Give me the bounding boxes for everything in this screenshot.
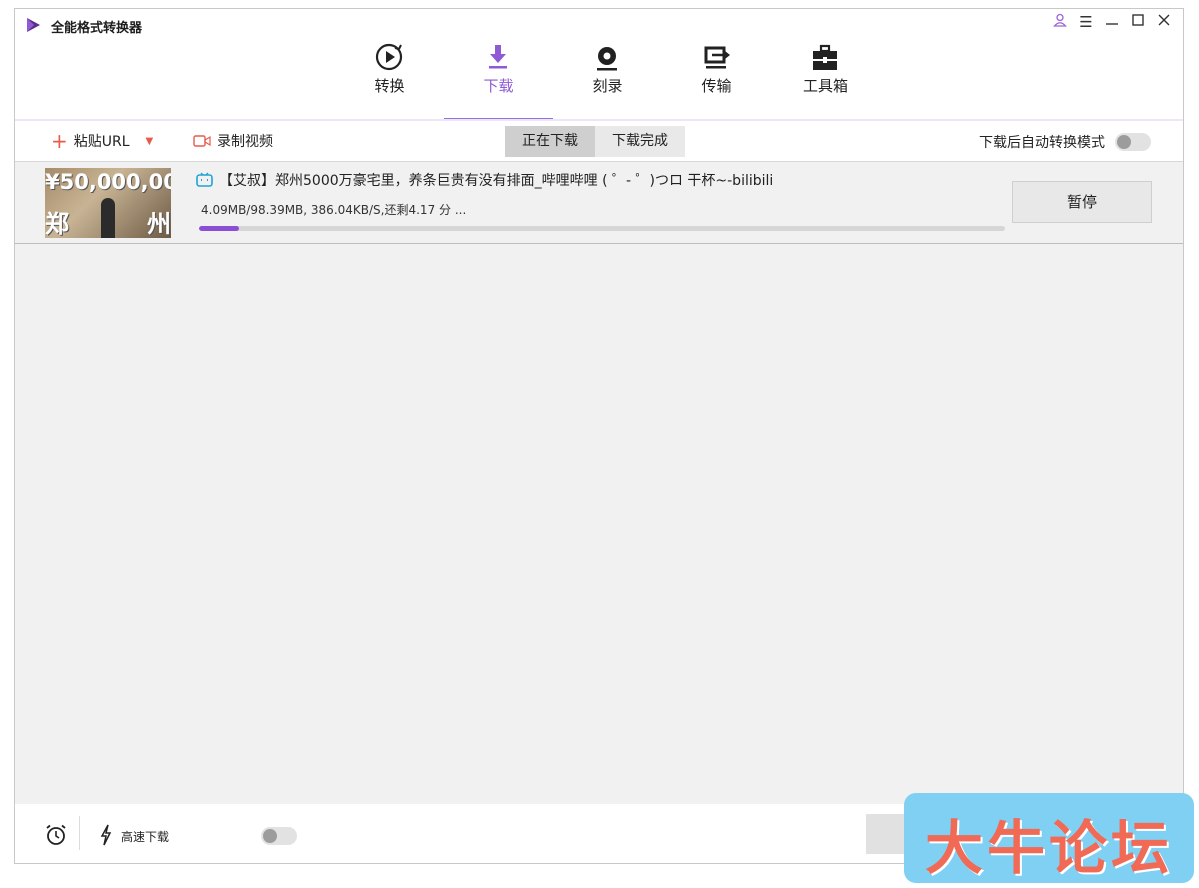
main-nav: 转换 下载 刻录 传输 工具箱 (335, 39, 880, 121)
transfer-icon (704, 46, 730, 69)
download-toolbar: + 粘贴URL ▼ 录制视频 正在下载 下载完成 下载后自动转换模式 (15, 121, 1183, 162)
high-speed-label: 高速下载 (121, 830, 170, 844)
tab-burn-label: 刻录 (592, 77, 623, 95)
watermark-logo: 大牛论坛 (904, 793, 1194, 883)
alarm-clock-icon[interactable] (45, 824, 67, 846)
paste-url-button[interactable]: + 粘贴URL ▼ (51, 131, 153, 151)
record-video-label: 录制视频 (217, 134, 273, 150)
download-progress-bar (199, 226, 1005, 231)
tab-transfer-label: 传输 (701, 77, 732, 95)
thumbnail-right-char: 州 (147, 210, 171, 238)
toggle-knob (263, 829, 277, 843)
toolbox-icon (813, 44, 837, 70)
tab-convert-label: 转换 (374, 77, 405, 95)
tab-completed[interactable]: 下载完成 (595, 126, 685, 157)
menu-icon[interactable]: ☰ (1077, 13, 1095, 31)
user-account-icon[interactable] (1051, 13, 1069, 31)
download-list: ¥50,000,00 郑 州 【艾叔】郑州5000万豪宅里，养条巨贵有没有排面_… (15, 162, 1183, 804)
window-controls: ☰ (1051, 13, 1173, 31)
app-window: 全能格式转换器 ☰ 转换 下载 刻录 传输 工具箱 + 粘贴URL ▼ 录制视频… (14, 8, 1184, 864)
record-video-button[interactable]: 录制视频 (193, 131, 273, 151)
bilibili-icon (196, 172, 213, 187)
convert-icon (375, 43, 403, 71)
thumbnail-left-char: 郑 (45, 210, 69, 238)
tab-download[interactable]: 下载 (444, 39, 553, 121)
download-status-switch: 正在下载 下载完成 (505, 126, 685, 157)
tab-convert[interactable]: 转换 (335, 39, 444, 121)
toggle-knob (1117, 135, 1131, 149)
tab-toolbox-label: 工具箱 (802, 77, 848, 95)
minimize-icon[interactable] (1103, 13, 1121, 31)
maximize-icon[interactable] (1129, 13, 1147, 31)
app-title: 全能格式转换器 (51, 21, 143, 36)
download-progress-fill (199, 226, 240, 231)
tab-toolbox[interactable]: 工具箱 (771, 39, 880, 121)
download-status: 4.09MB/98.39MB, 386.04KB/S,还剩4.17 分 ... (201, 203, 467, 217)
tab-transfer[interactable]: 传输 (662, 39, 771, 121)
close-icon[interactable] (1155, 13, 1173, 31)
thumbnail-person (101, 198, 115, 238)
burn-disc-icon (597, 47, 617, 71)
high-speed-toggle[interactable] (261, 827, 297, 845)
app-logo-icon (27, 18, 40, 32)
auto-convert-label: 下载后自动转换模式 (979, 135, 1105, 151)
video-thumbnail: ¥50,000,00 郑 州 (45, 168, 171, 238)
bottom-divider (79, 816, 80, 850)
video-camera-icon (193, 135, 211, 147)
auto-convert-setting: 下载后自动转换模式 (979, 132, 1151, 152)
download-icon (489, 45, 507, 69)
thumbnail-text: ¥50,000,00 (45, 170, 171, 194)
tab-burn[interactable]: 刻录 (553, 39, 662, 121)
pause-button[interactable]: 暂停 (1012, 181, 1152, 223)
download-item[interactable]: ¥50,000,00 郑 州 【艾叔】郑州5000万豪宅里，养条巨贵有没有排面_… (15, 162, 1183, 244)
dropdown-caret-icon[interactable]: ▼ (146, 136, 154, 147)
auto-convert-toggle[interactable] (1115, 133, 1151, 151)
watermark-text: 大牛论坛 (924, 814, 1173, 882)
download-title: 【艾叔】郑州5000万豪宅里，养条巨贵有没有排面_哔哩哔哩 ( ゜- ゜)つロ … (219, 173, 774, 189)
tab-downloading[interactable]: 正在下载 (505, 126, 595, 157)
lightning-icon (100, 824, 112, 846)
plus-icon: + (51, 129, 68, 153)
tab-download-label: 下载 (483, 77, 514, 95)
paste-url-label: 粘贴URL (73, 134, 130, 150)
